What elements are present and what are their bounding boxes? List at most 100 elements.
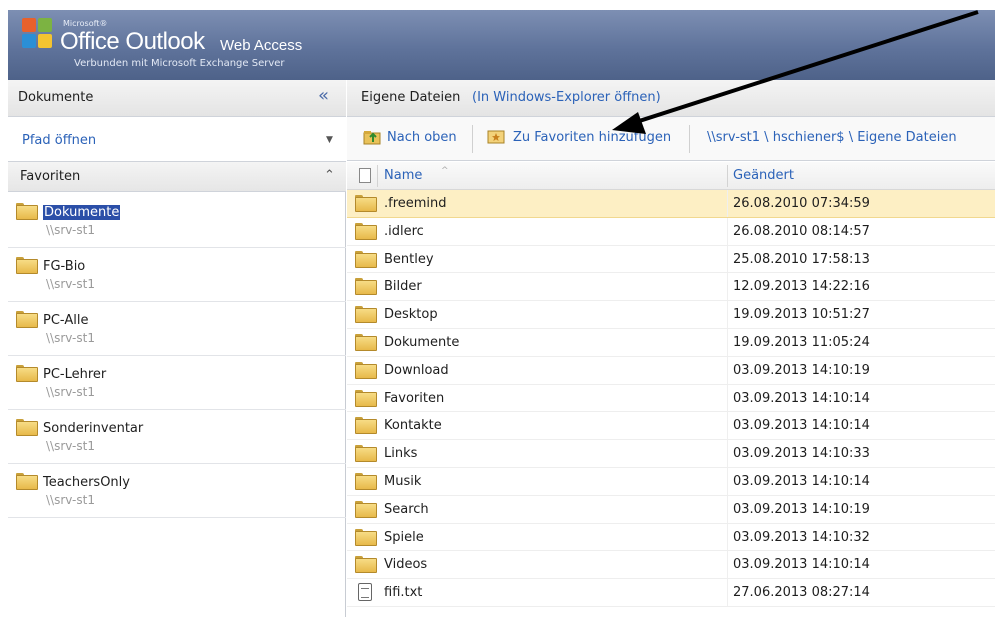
file-name[interactable]: Dokumente xyxy=(384,335,459,350)
favorites-header: Favoriten ⌃ xyxy=(8,162,346,192)
navigation-header: Dokumente « xyxy=(8,80,346,117)
breadcrumb[interactable]: \\srv-st1 \ hschiener$ \ Eigene Dateien xyxy=(707,130,957,145)
file-row[interactable]: Bilder 12.09.2013 14:22:16 xyxy=(347,273,995,302)
file-name[interactable]: Search xyxy=(384,502,429,517)
favorite-item-teachersonly[interactable]: TeachersOnly \\srv-st1 xyxy=(8,464,346,518)
favorite-name[interactable]: FG-Bio xyxy=(43,259,85,274)
file-row[interactable]: Links 03.09.2013 14:10:33 xyxy=(347,440,995,468)
column-divider xyxy=(727,551,728,579)
brand-office-outlook: Office Outlook xyxy=(60,28,205,55)
favorite-item-sonderinventar[interactable]: Sonderinventar \\srv-st1 xyxy=(8,410,346,464)
folder-icon xyxy=(355,333,377,351)
file-row[interactable]: Videos 03.09.2013 14:10:14 xyxy=(347,551,995,580)
file-row[interactable]: .freemind 26.08.2010 07:34:59 xyxy=(347,190,995,218)
file-row[interactable]: Bentley 25.08.2010 17:58:13 xyxy=(347,245,995,274)
file-name[interactable]: fifi.txt xyxy=(384,585,422,600)
favorite-server: \\srv-st1 xyxy=(46,493,95,507)
collapse-pane-icon[interactable]: « xyxy=(318,85,329,106)
file-name[interactable]: Desktop xyxy=(384,307,438,322)
sort-ascending-icon[interactable]: ^ xyxy=(441,166,449,176)
file-row[interactable]: Dokumente 19.09.2013 11:05:24 xyxy=(347,328,995,357)
folder-icon xyxy=(16,419,38,436)
text-file-icon xyxy=(358,583,372,602)
favorite-item-fg-bio[interactable]: FG-Bio \\srv-st1 xyxy=(8,248,346,302)
column-divider xyxy=(727,440,728,467)
folder-icon xyxy=(16,365,38,382)
file-date: 26.08.2010 07:34:59 xyxy=(733,196,870,211)
favorite-name[interactable]: PC-Alle xyxy=(43,313,88,328)
file-row[interactable]: Favoriten 03.09.2013 14:10:14 xyxy=(347,384,995,413)
file-date: 03.09.2013 14:10:14 xyxy=(733,557,870,573)
column-divider xyxy=(727,523,728,551)
file-row[interactable]: .idlerc 26.08.2010 08:14:57 xyxy=(347,217,995,246)
app-header: Microsoft® Office Outlook Web Access Ver… xyxy=(8,10,995,80)
file-type-icon xyxy=(359,168,371,183)
folder-icon xyxy=(355,250,377,268)
file-row[interactable]: Musik 03.09.2013 14:10:14 xyxy=(347,467,995,496)
favorite-name[interactable]: Sonderinventar xyxy=(43,421,143,436)
file-name[interactable]: Spiele xyxy=(384,530,424,545)
column-divider xyxy=(727,356,728,384)
file-name[interactable]: Videos xyxy=(384,557,427,572)
file-row[interactable]: Spiele 03.09.2013 14:10:32 xyxy=(347,523,995,552)
folder-icon xyxy=(355,445,377,463)
add-to-favorites-button[interactable]: Zu Favoriten hinzufügen xyxy=(513,130,671,145)
chevron-down-icon[interactable]: ▼ xyxy=(326,135,333,145)
file-date: 03.09.2013 14:10:14 xyxy=(733,390,870,406)
favorite-name[interactable]: Dokumente xyxy=(43,205,121,220)
favorite-name[interactable]: PC-Lehrer xyxy=(43,367,106,382)
navigation-pane: Dokumente « Pfad öffnen ▼ Favoriten ⌃ Do… xyxy=(8,80,346,617)
file-name[interactable]: Download xyxy=(384,363,449,378)
favorite-server: \\srv-st1 xyxy=(46,439,95,453)
favorite-item-pc-alle[interactable]: PC-Alle \\srv-st1 xyxy=(8,302,346,356)
file-row[interactable]: fifi.txt 27.06.2013 08:27:14 xyxy=(347,579,995,607)
folder-icon xyxy=(355,195,377,212)
file-row[interactable]: Download 03.09.2013 14:10:19 xyxy=(347,356,995,385)
file-name[interactable]: .idlerc xyxy=(384,224,424,239)
file-date: 27.06.2013 08:27:14 xyxy=(733,585,870,601)
file-name[interactable]: Bentley xyxy=(384,252,434,267)
column-divider xyxy=(727,384,728,412)
file-date: 03.09.2013 14:10:33 xyxy=(733,446,870,462)
column-divider xyxy=(377,165,378,187)
column-divider xyxy=(727,273,728,301)
office-logo-icon xyxy=(22,18,54,52)
column-divider xyxy=(727,301,728,328)
file-date: 03.09.2013 14:10:19 xyxy=(733,362,870,378)
open-path-label[interactable]: Pfad öffnen xyxy=(22,133,96,148)
file-name[interactable]: Kontakte xyxy=(384,418,442,433)
file-toolbar: Nach oben Zu Favoriten hinzufügen \\srv-… xyxy=(347,117,995,161)
file-name[interactable]: .freemind xyxy=(384,196,447,211)
brand-web-access: Web Access xyxy=(220,37,303,54)
column-header: Name ^ Geändert xyxy=(347,162,995,190)
file-name[interactable]: Favoriten xyxy=(384,391,444,406)
column-divider xyxy=(727,579,728,606)
folder-up-icon[interactable] xyxy=(363,129,381,145)
open-path-dropdown[interactable]: Pfad öffnen ▼ xyxy=(8,117,346,162)
favorite-item-dokumente[interactable]: Dokumente \\srv-st1 xyxy=(8,194,346,248)
file-date: 03.09.2013 14:10:14 xyxy=(733,418,870,434)
open-in-explorer-link[interactable]: (In Windows-Explorer öffnen) xyxy=(472,90,661,105)
file-name[interactable]: Links xyxy=(384,446,417,461)
favorite-item-pc-lehrer[interactable]: PC-Lehrer \\srv-st1 xyxy=(8,356,346,410)
favorite-name[interactable]: TeachersOnly xyxy=(43,475,130,490)
collapse-favorites-icon[interactable]: ⌃ xyxy=(324,168,335,183)
column-divider xyxy=(727,495,728,523)
favorite-server: \\srv-st1 xyxy=(46,223,95,237)
file-date: 19.09.2013 10:51:27 xyxy=(733,307,870,323)
file-name[interactable]: Musik xyxy=(384,474,421,489)
brand-microsoft: Microsoft® xyxy=(63,19,108,28)
column-name[interactable]: Name xyxy=(384,168,422,183)
add-favorite-icon[interactable] xyxy=(487,129,505,145)
folder-icon xyxy=(16,257,38,274)
column-divider xyxy=(727,190,728,217)
file-name[interactable]: Bilder xyxy=(384,279,422,294)
file-row[interactable]: Kontakte 03.09.2013 14:10:14 xyxy=(347,412,995,441)
file-row[interactable]: Desktop 19.09.2013 10:51:27 xyxy=(347,301,995,329)
up-button[interactable]: Nach oben xyxy=(387,130,457,145)
folder-icon xyxy=(355,278,377,296)
column-changed[interactable]: Geändert xyxy=(733,168,794,183)
file-row[interactable]: Search 03.09.2013 14:10:19 xyxy=(347,495,995,524)
file-date: 26.08.2010 08:14:57 xyxy=(733,223,870,239)
column-divider xyxy=(727,467,728,495)
